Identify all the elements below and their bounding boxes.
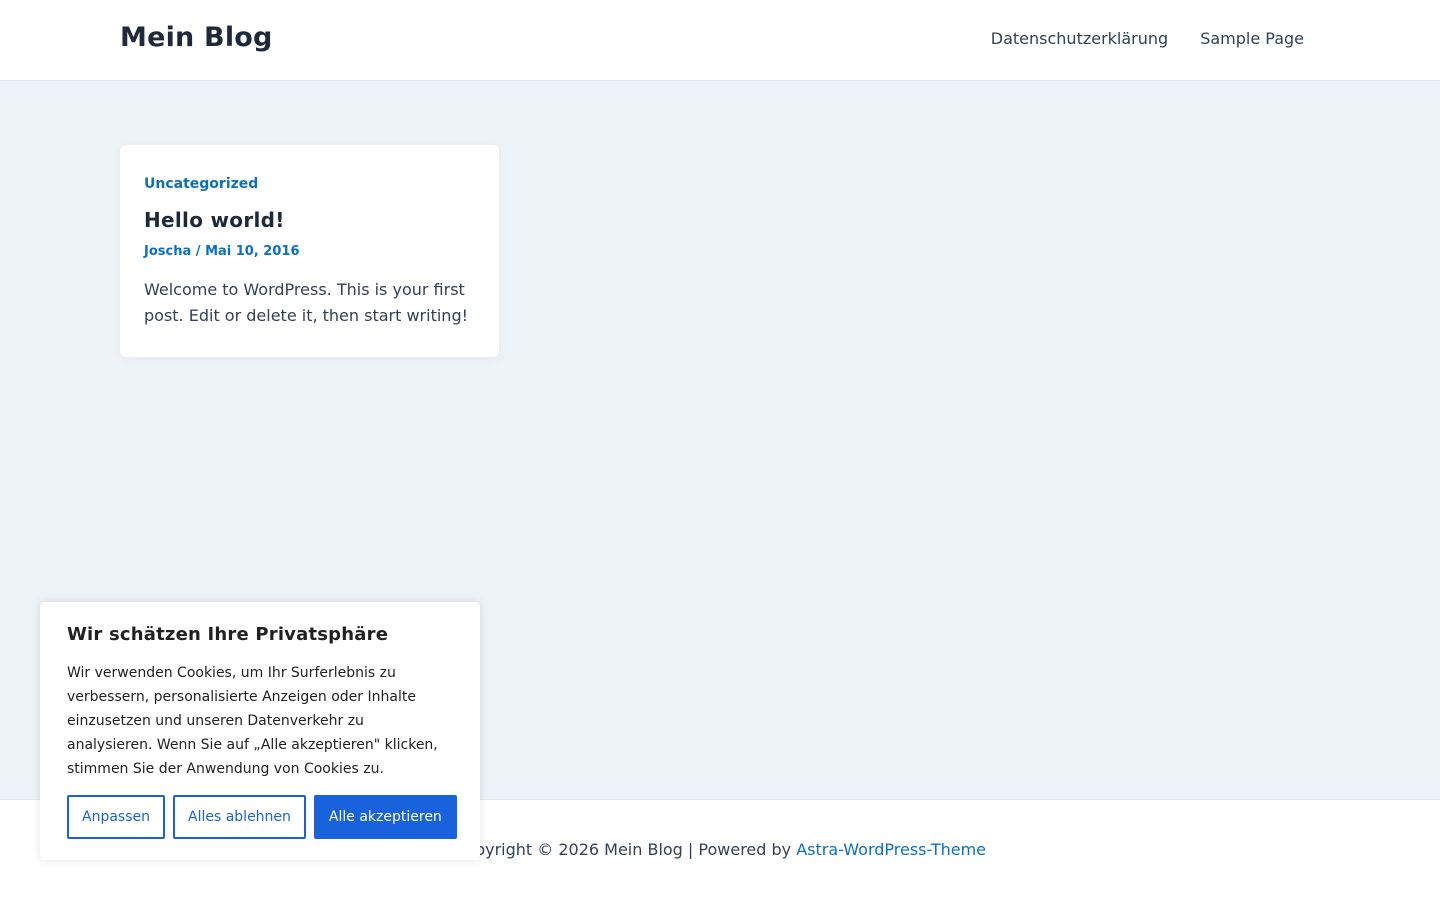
post-author-link[interactable]: Joscha [144,244,191,259]
cookie-banner-title: Wir schätzen Ihre Privatsphäre [67,624,389,645]
cookie-button-group: Anpassen Alles ablehnen Alle akzeptieren [67,795,457,839]
cookie-banner-text: Wir verwenden Cookies, um Ihr Surferlebn… [67,665,438,777]
cookie-customize-button[interactable]: Anpassen [67,795,165,839]
site-title[interactable]: Mein Blog [120,22,273,53]
post-meta: Joscha / Mai 10, 2016 [144,244,475,259]
footer-copyright-text: Copyright © 2026 Mein Blog | Powered by [453,840,797,859]
nav-item-sample-page[interactable]: Sample Page [1200,29,1304,48]
post-date-link[interactable]: Mai 10, 2016 [205,244,299,259]
post-title-link[interactable]: Hello world! [144,208,475,232]
footer-theme-link[interactable]: Astra-WordPress-Theme [796,840,986,859]
cookie-accept-all-button[interactable]: Alle akzeptieren [313,795,457,839]
cookie-reject-all-button[interactable]: Alles ablehnen [173,795,306,839]
cookie-consent-banner: Wir schätzen Ihre Privatsphäre Wir verwe… [40,602,480,860]
post-meta-separator: / [191,244,206,259]
post-category-link[interactable]: Uncategorized [144,176,258,192]
main-navigation: Datenschutzerklärung Sample Page [991,29,1304,48]
post-excerpt: Welcome to WordPress. This is your first… [144,280,469,325]
site-header: Mein Blog Datenschutzerklärung Sample Pa… [0,0,1440,81]
post-card: Uncategorized Hello world! Joscha / Mai … [120,145,499,357]
nav-item-datenschutzerklaerung[interactable]: Datenschutzerklärung [991,29,1168,48]
